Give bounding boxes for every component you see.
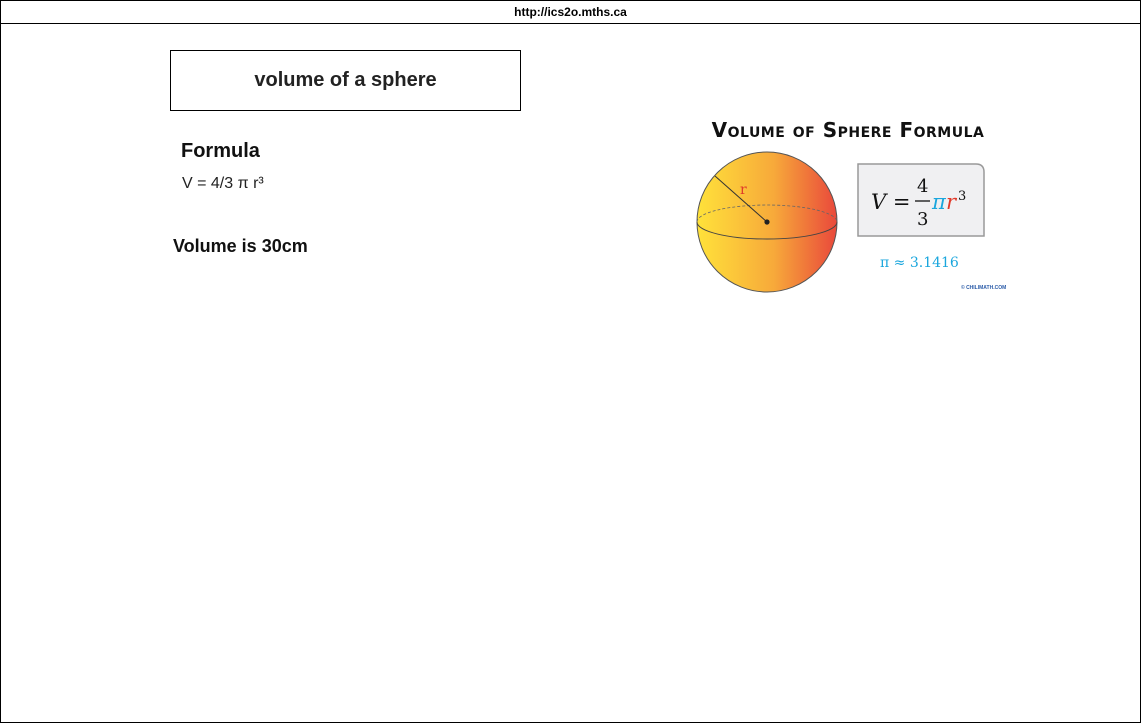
sphere-formula-image: r V = 4 3 π r 3 π ≈ 3.1416 © CHILIMATH.C… [690,112,1010,297]
formula-exponent: 3 [958,189,966,204]
formula-denominator: 3 [917,209,928,230]
formula-text: V = 4/3 π r³ [182,175,264,192]
pi-approx: π ≈ 3.1416 [880,255,959,271]
url-text[interactable]: http://ics2o.mths.ca [514,5,627,19]
formula-v: V = [871,190,910,214]
image-credit: © CHILIMATH.COM [961,284,1006,291]
formula-heading: Formula [181,140,260,162]
page-title: volume of a sphere [254,69,437,91]
url-bar[interactable]: http://ics2o.mths.ca [0,0,1141,24]
center-dot [764,219,770,225]
formula-pi: π [931,190,947,214]
title-box: volume of a sphere [170,50,521,111]
volume-result: Volume is 30cm [173,236,308,256]
radius-label: r [740,182,747,198]
formula-numerator: 4 [917,176,928,197]
figure-title: Volume of Sphere Formula [711,118,985,142]
